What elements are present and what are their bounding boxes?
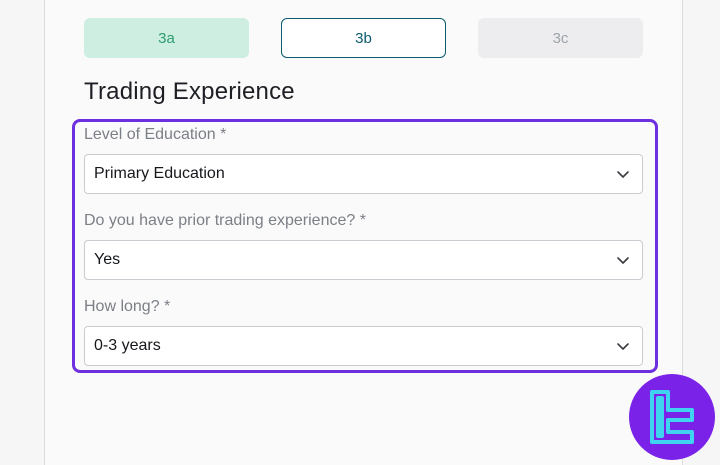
chevron-down-icon [617,257,629,264]
duration-value: 0-3 years [94,337,161,354]
step-3c-button[interactable]: 3c [478,18,643,58]
prior-experience-value: Yes [94,251,121,268]
step-3a-button[interactable]: 3a [84,18,249,58]
prior-experience-select[interactable]: Yes [84,240,643,280]
duration-select[interactable]: 0-3 years [84,326,643,366]
prior-experience-label: Do you have prior trading experience? * [84,212,366,229]
step-tabs: 3a 3b 3c [84,18,643,58]
chevron-down-icon [617,171,629,178]
brand-glyph-icon [650,390,694,444]
education-label: Level of Education * [84,126,227,143]
step-3b-button[interactable]: 3b [281,18,446,58]
education-select[interactable]: Primary Education [84,154,643,194]
duration-label: How long? * [84,298,171,315]
education-value: Primary Education [94,165,225,182]
chevron-down-icon [617,343,629,350]
section-title: Trading Experience [84,78,295,105]
brand-logo-icon [629,374,715,460]
